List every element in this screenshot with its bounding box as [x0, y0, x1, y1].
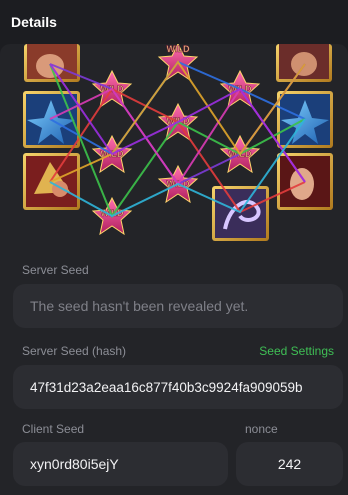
- slot-grid: WILD WILD WILD WILD WILD WILD WILD WILD: [23, 44, 333, 241]
- wild-label: WILD: [167, 44, 190, 54]
- client-seed-field[interactable]: xyn0rd80i5ejY: [13, 442, 228, 486]
- server-seed-label: Server Seed: [22, 263, 89, 277]
- tile-portrait-top-left: [24, 44, 80, 82]
- page-title: Details: [11, 14, 57, 30]
- details-header: Details: [0, 0, 348, 44]
- nonce-value: 242: [277, 456, 302, 472]
- game-result-board: WILD WILD WILD WILD WILD WILD WILD WILD: [0, 44, 348, 248]
- nonce-label: nonce: [245, 422, 278, 436]
- server-seed-placeholder: The seed hasn't been revealed yet.: [30, 298, 249, 314]
- nonce-field[interactable]: 242: [236, 442, 343, 486]
- server-seed-hash-field[interactable]: 47f31d23a2eaa16c877f40b3c9924fa909059b: [13, 365, 343, 409]
- tile-portrait-top-right: [276, 44, 332, 82]
- tile-dragon: [212, 186, 269, 241]
- client-seed-label: Client Seed: [22, 422, 85, 436]
- server-seed-field[interactable]: The seed hasn't been revealed yet.: [13, 284, 343, 328]
- seed-settings-link[interactable]: Seed Settings: [259, 344, 334, 358]
- server-seed-hash-label: Server Seed (hash): [22, 344, 127, 358]
- server-seed-hash-value: 47f31d23a2eaa16c877f40b3c9924fa909059b: [30, 379, 303, 395]
- client-seed-value: xyn0rd80i5ejY: [30, 456, 119, 472]
